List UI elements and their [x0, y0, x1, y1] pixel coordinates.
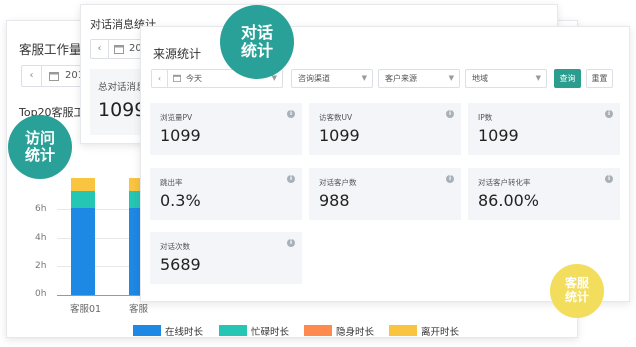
legend-label: 忙碌时长	[251, 327, 290, 338]
info-icon[interactable]: i	[446, 110, 454, 118]
chevron-left-icon[interactable]: ‹	[152, 70, 168, 87]
badge-text: 对话	[240, 22, 273, 42]
stat-label: 对话客户数	[319, 178, 357, 187]
chevron-left-icon[interactable]: ‹	[91, 40, 109, 58]
stat-chat-count: 对话次数 5689 i	[150, 232, 302, 284]
badge-text: 统计	[24, 146, 55, 164]
legend-swatch	[304, 325, 332, 336]
stat-value: 1099	[319, 126, 360, 145]
calendar-icon	[173, 74, 181, 82]
stat-chat-customers: 对话客户数 988 i	[309, 168, 461, 220]
caret-down-icon: ▼	[361, 74, 367, 82]
bar-segment[interactable]	[71, 207, 95, 295]
stat-pv: 浏览量PV 1099 i	[150, 103, 302, 155]
stat-value: 5689	[160, 255, 201, 274]
info-icon[interactable]: i	[287, 110, 295, 118]
channel-select[interactable]: 咨询渠道 ▼	[291, 69, 373, 88]
info-icon[interactable]: i	[605, 175, 613, 183]
stat-label: 访客数UV	[319, 113, 353, 122]
stat-ip: IP数 1099 i	[468, 103, 620, 155]
calendar-icon	[49, 72, 59, 81]
legend-label: 离开时长	[421, 327, 460, 338]
stat-label: IP数	[478, 113, 493, 122]
service-stats-badge: 客服 统计	[550, 264, 604, 318]
stat-label: 对话客户转化率	[478, 178, 531, 187]
x-tick: 客服	[129, 304, 149, 315]
y-tick: 6h	[35, 204, 47, 214]
legend-swatch	[389, 325, 417, 336]
info-icon[interactable]: i	[287, 175, 295, 183]
bar-segment[interactable]	[71, 177, 95, 191]
query-button[interactable]: 查询	[554, 69, 581, 88]
legend-label: 隐身时长	[336, 327, 375, 338]
y-tick: 2h	[35, 261, 47, 271]
caret-down-icon: ▼	[448, 74, 454, 82]
caret-down-icon: ▼	[535, 74, 541, 82]
badge-text: 统计	[564, 290, 589, 304]
region-select-value: 地域	[472, 74, 488, 83]
y-tick: 0h	[35, 289, 47, 299]
customer-source-select[interactable]: 客户来源 ▼	[378, 69, 460, 88]
stat-bounce-rate: 跳出率 0.3% i	[150, 168, 302, 220]
stat-value: 1099	[478, 126, 519, 145]
source-stats-card: 来源统计 ‹ 今天 ▼ 咨询渠道 ▼ 客户来源 ▼ 地域 ▼ 查询 重置 浏览量…	[140, 26, 630, 302]
stat-value: 988	[319, 191, 350, 210]
badge-text: 统计	[240, 41, 273, 60]
stat-value: 86.00%	[478, 191, 540, 210]
chevron-left-icon[interactable]: ‹	[22, 66, 42, 86]
y-tick: 4h	[35, 233, 47, 243]
stat-value: 1099	[160, 126, 201, 145]
legend-swatch	[219, 325, 247, 336]
bar-segment[interactable]	[71, 190, 95, 208]
stat-label: 跳出率	[160, 178, 183, 187]
x-tick: 客服01	[70, 304, 102, 315]
info-icon[interactable]: i	[287, 239, 295, 247]
source-stats-title: 来源统计	[153, 47, 202, 61]
chat-stats-badge: 对话 统计	[220, 5, 294, 79]
date-filter-value: 今天	[186, 74, 202, 83]
stat-label: 总对话消息	[98, 82, 146, 93]
stat-label: 对话次数	[160, 242, 190, 251]
stat-conversion-rate: 对话客户转化率 86.00% i	[468, 168, 620, 220]
badge-text: 访问	[24, 128, 55, 147]
stat-uv: 访客数UV 1099 i	[309, 103, 461, 155]
legend-swatch	[133, 325, 161, 336]
customer-source-value: 客户来源	[385, 74, 417, 83]
region-select[interactable]: 地域 ▼	[465, 69, 547, 88]
badge-text: 客服	[564, 276, 589, 291]
stat-value: 0.3%	[160, 191, 201, 210]
stat-label: 浏览量PV	[160, 113, 193, 122]
reset-button[interactable]: 重置	[586, 69, 613, 88]
info-icon[interactable]: i	[605, 110, 613, 118]
channel-select-value: 咨询渠道	[298, 74, 330, 83]
calendar-icon	[114, 45, 124, 54]
info-icon[interactable]: i	[446, 175, 454, 183]
legend-label: 在线时长	[165, 327, 204, 338]
visit-stats-badge: 访问 统计	[8, 115, 72, 179]
